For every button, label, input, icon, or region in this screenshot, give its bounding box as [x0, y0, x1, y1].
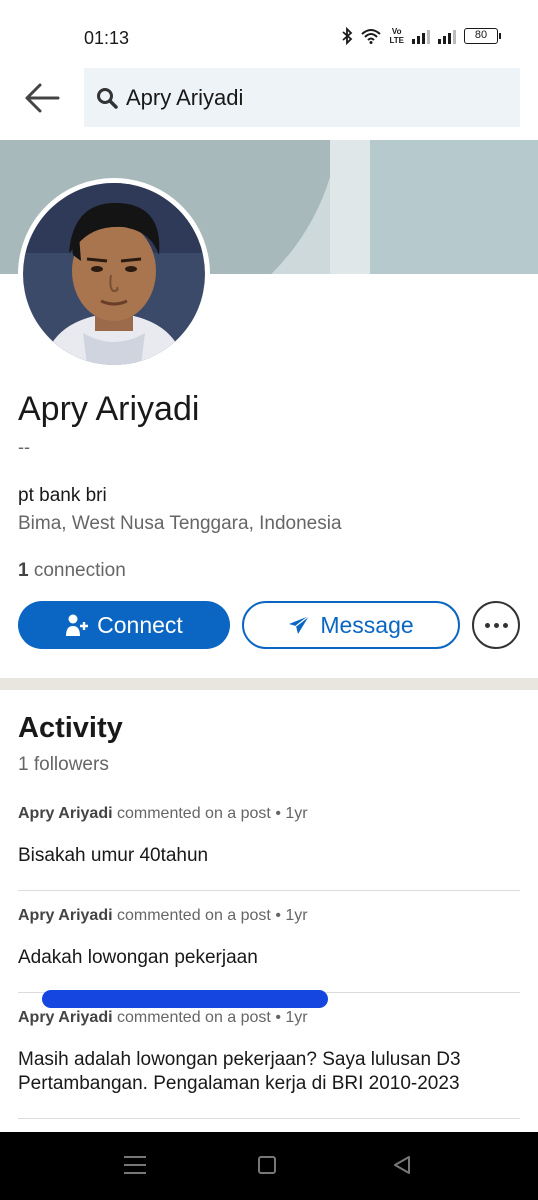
status-time: 01:13: [84, 28, 130, 48]
followers-count: 1 followers: [18, 754, 109, 775]
profile-headline: --: [18, 437, 30, 457]
activity-meta: Apry Ariyadi commented on a post • 1yr: [18, 1009, 520, 1029]
activity-author[interactable]: Apry Ariyadi: [18, 1009, 113, 1026]
signal-icon: [412, 28, 430, 44]
activity-author[interactable]: Apry Ariyadi: [18, 907, 113, 924]
activity-action: commented on a post: [117, 1009, 271, 1026]
battery-level: 80: [474, 29, 488, 41]
avatar-photo: [23, 183, 205, 365]
more-button[interactable]: [472, 601, 520, 649]
activity-meta: Apry Ariyadi commented on a post • 1yr: [18, 805, 520, 825]
connect-button[interactable]: Connect: [18, 601, 230, 649]
status-bar: 01:13 Vo LTE 80: [0, 0, 538, 68]
bluetooth-icon: [342, 27, 353, 45]
connections-count[interactable]: 1 connection: [18, 560, 126, 582]
activity-separator: •: [275, 907, 281, 924]
activity-action: commented on a post: [117, 907, 271, 924]
profile-name: Apry Ariyadi: [18, 390, 200, 428]
activity-text: Bisakah umur 40tahun: [18, 845, 209, 866]
status-icons: Vo LTE 80: [341, 27, 501, 45]
activity-action: commented on a post: [117, 805, 271, 822]
avatar[interactable]: [18, 178, 210, 370]
profile-location: Bima, West Nusa Tenggara, Indonesia: [18, 513, 342, 534]
connect-label: Connect: [97, 611, 183, 638]
activity-separator-line: [18, 890, 520, 891]
message-label: Message: [320, 611, 414, 638]
message-button[interactable]: Message: [242, 601, 460, 649]
back-arrow-icon[interactable]: [22, 80, 62, 116]
activity-meta: Apry Ariyadi commented on a post • 1yr: [18, 907, 520, 927]
activity-title: Activity: [18, 712, 123, 744]
volte-icon: Vo LTE: [389, 27, 404, 45]
search-input[interactable]: Apry Ariyadi: [84, 68, 520, 127]
activity-time: 1yr: [285, 1009, 308, 1026]
activity-text: Masih adalah lowongan pekerjaan? Saya lu…: [18, 1049, 461, 1094]
profile-company: pt bank bri: [18, 485, 107, 506]
home-icon[interactable]: [258, 1156, 276, 1174]
redaction-mark: [42, 990, 328, 1008]
activity-item[interactable]: Apry Ariyadi commented on a post • 1yr M…: [18, 1009, 520, 1096]
activity-author[interactable]: Apry Ariyadi: [18, 805, 113, 822]
activity-separator: •: [275, 805, 281, 822]
more-icon: [484, 622, 490, 628]
connections-number: 1: [18, 560, 29, 581]
wifi-icon: [361, 29, 382, 44]
menu-icon[interactable]: [124, 1156, 146, 1174]
activity-text: Adakah lowongan pekerjaan: [18, 947, 258, 968]
battery-icon: 80: [464, 28, 501, 44]
send-icon: [289, 615, 310, 634]
activity-time: 1yr: [285, 907, 308, 924]
activity-separator-line: [18, 1118, 520, 1119]
back-icon[interactable]: [392, 1155, 412, 1175]
connections-label: connection: [33, 560, 126, 581]
add-person-icon: [66, 614, 89, 636]
activity-item[interactable]: Apry Ariyadi commented on a post • 1yr B…: [18, 805, 520, 868]
activity-item[interactable]: Apry Ariyadi commented on a post • 1yr A…: [18, 907, 520, 970]
activity-separator: •: [275, 1009, 281, 1026]
signal-icon: [438, 28, 456, 44]
search-icon: [97, 88, 118, 109]
activity-time: 1yr: [285, 805, 308, 822]
search-query: Apry Ariyadi: [126, 85, 244, 110]
section-divider: [0, 678, 538, 690]
